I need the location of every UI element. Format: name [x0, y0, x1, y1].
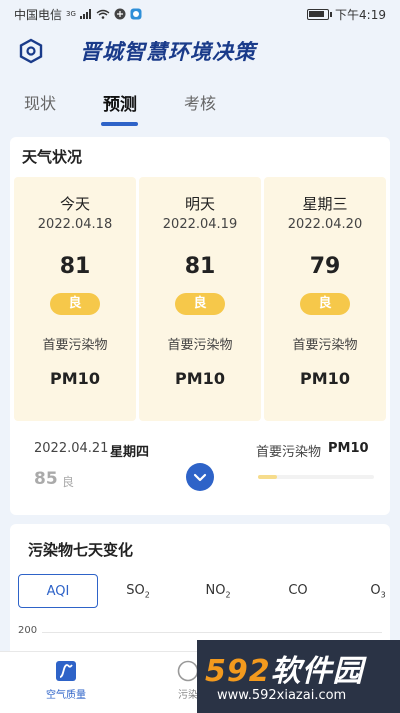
day-date: 2022.04.18 [37, 217, 113, 232]
pollutant-label: 首要污染物 [292, 338, 358, 353]
app-header: 晋城智慧环境决策 [0, 28, 400, 72]
pollutant-bar-fill [258, 475, 277, 479]
app-notification-icon-2 [130, 8, 142, 20]
battery-icon [307, 8, 333, 20]
tab-assessment[interactable]: 考核 [184, 90, 216, 114]
day-aqi: 81 [184, 254, 216, 279]
day-date: 2022.04.20 [287, 217, 363, 232]
pollutant-tabs: AQI SO2 NO2 CO O3 [18, 574, 390, 610]
pollution-icon [177, 660, 199, 682]
day-name: 明天 [184, 195, 215, 213]
pollutant-tab-aqi[interactable]: AQI [18, 574, 98, 608]
day-aqi: 85 [34, 469, 58, 489]
clock-text: 下午4:19 [335, 7, 386, 22]
day-date: 2022.04.21 [34, 441, 109, 456]
pollutant-value: PM10 [328, 441, 369, 456]
day-name: 星期三 [302, 195, 348, 213]
tab-status[interactable]: 现状 [24, 90, 56, 114]
app-title: 晋城智慧环境决策 [80, 40, 256, 64]
day-aqi: 79 [309, 254, 341, 279]
pollutant-label: 首要污染物 [42, 338, 108, 353]
wifi-icon [96, 9, 110, 19]
settings-hex-icon[interactable] [18, 38, 44, 64]
day-date: 2022.04.19 [162, 217, 238, 232]
pollutant-bar [258, 475, 374, 479]
day-name: 今天 [59, 195, 90, 213]
aqi-level-badge: 良 [50, 293, 100, 315]
signal-icon [79, 9, 91, 19]
forecast-day-today[interactable]: 今天 2022.04.18 81 良 首要污染物 PM10 [14, 177, 136, 421]
pollutant-value: PM10 [300, 369, 350, 388]
signal-tag: 3G [66, 10, 76, 18]
expand-button[interactable] [186, 463, 214, 491]
pollutant-value: PM10 [50, 369, 100, 388]
nav-air-quality[interactable]: 空气质量 [26, 660, 106, 701]
forecast-day-thursday-row[interactable]: 2022.04.21 星期四 85 良 首要污染物 PM10 [10, 433, 390, 503]
aqi-level-badge: 良 [300, 293, 350, 315]
day-aqi: 81 [59, 254, 91, 279]
pollutant-label: 首要污染物 [167, 338, 233, 353]
pollutant-tab-co[interactable]: CO [258, 574, 338, 608]
trend-card-title: 污染物七天变化 [28, 541, 134, 559]
pollutant-label: 首要污染物 [256, 445, 322, 460]
pollutant-tab-o3[interactable]: O3 [338, 574, 390, 608]
pollutant-tab-no2[interactable]: NO2 [178, 574, 258, 608]
chevron-down-icon [193, 473, 207, 482]
air-quality-icon [56, 661, 76, 681]
weather-card-title: 天气状况 [22, 148, 83, 166]
aqi-level-text: 良 [62, 475, 75, 489]
tab-forecast[interactable]: 预测 [103, 90, 137, 115]
carrier-text: 中国电信 [14, 7, 63, 22]
watermark-brand: 592软件园 [205, 654, 364, 689]
forecast-day-wednesday[interactable]: 星期三 2022.04.20 79 良 首要污染物 PM10 [264, 177, 386, 421]
chart-gridline [42, 632, 382, 633]
active-tab-indicator [101, 122, 138, 126]
app-notification-icon [114, 8, 126, 20]
aqi-level-badge: 良 [175, 293, 225, 315]
main-tabs: 现状 预测 考核 [0, 80, 400, 130]
site-watermark: 592软件园 www.592xiazai.com [197, 640, 400, 713]
watermark-url: www.592xiazai.com [217, 688, 347, 703]
forecast-day-tomorrow[interactable]: 明天 2022.04.19 81 良 首要污染物 PM10 [139, 177, 261, 421]
y-axis-tick-label: 200 [18, 625, 38, 636]
pollutant-tab-so2[interactable]: SO2 [98, 574, 178, 608]
status-bar: 中国电信 3G 下午4:19 [0, 0, 400, 28]
day-weekday: 星期四 [110, 445, 150, 460]
pollutant-value: PM10 [175, 369, 225, 388]
weather-card: 天气状况 今天 2022.04.18 81 良 首要污染物 PM10 明天 20… [10, 137, 390, 515]
